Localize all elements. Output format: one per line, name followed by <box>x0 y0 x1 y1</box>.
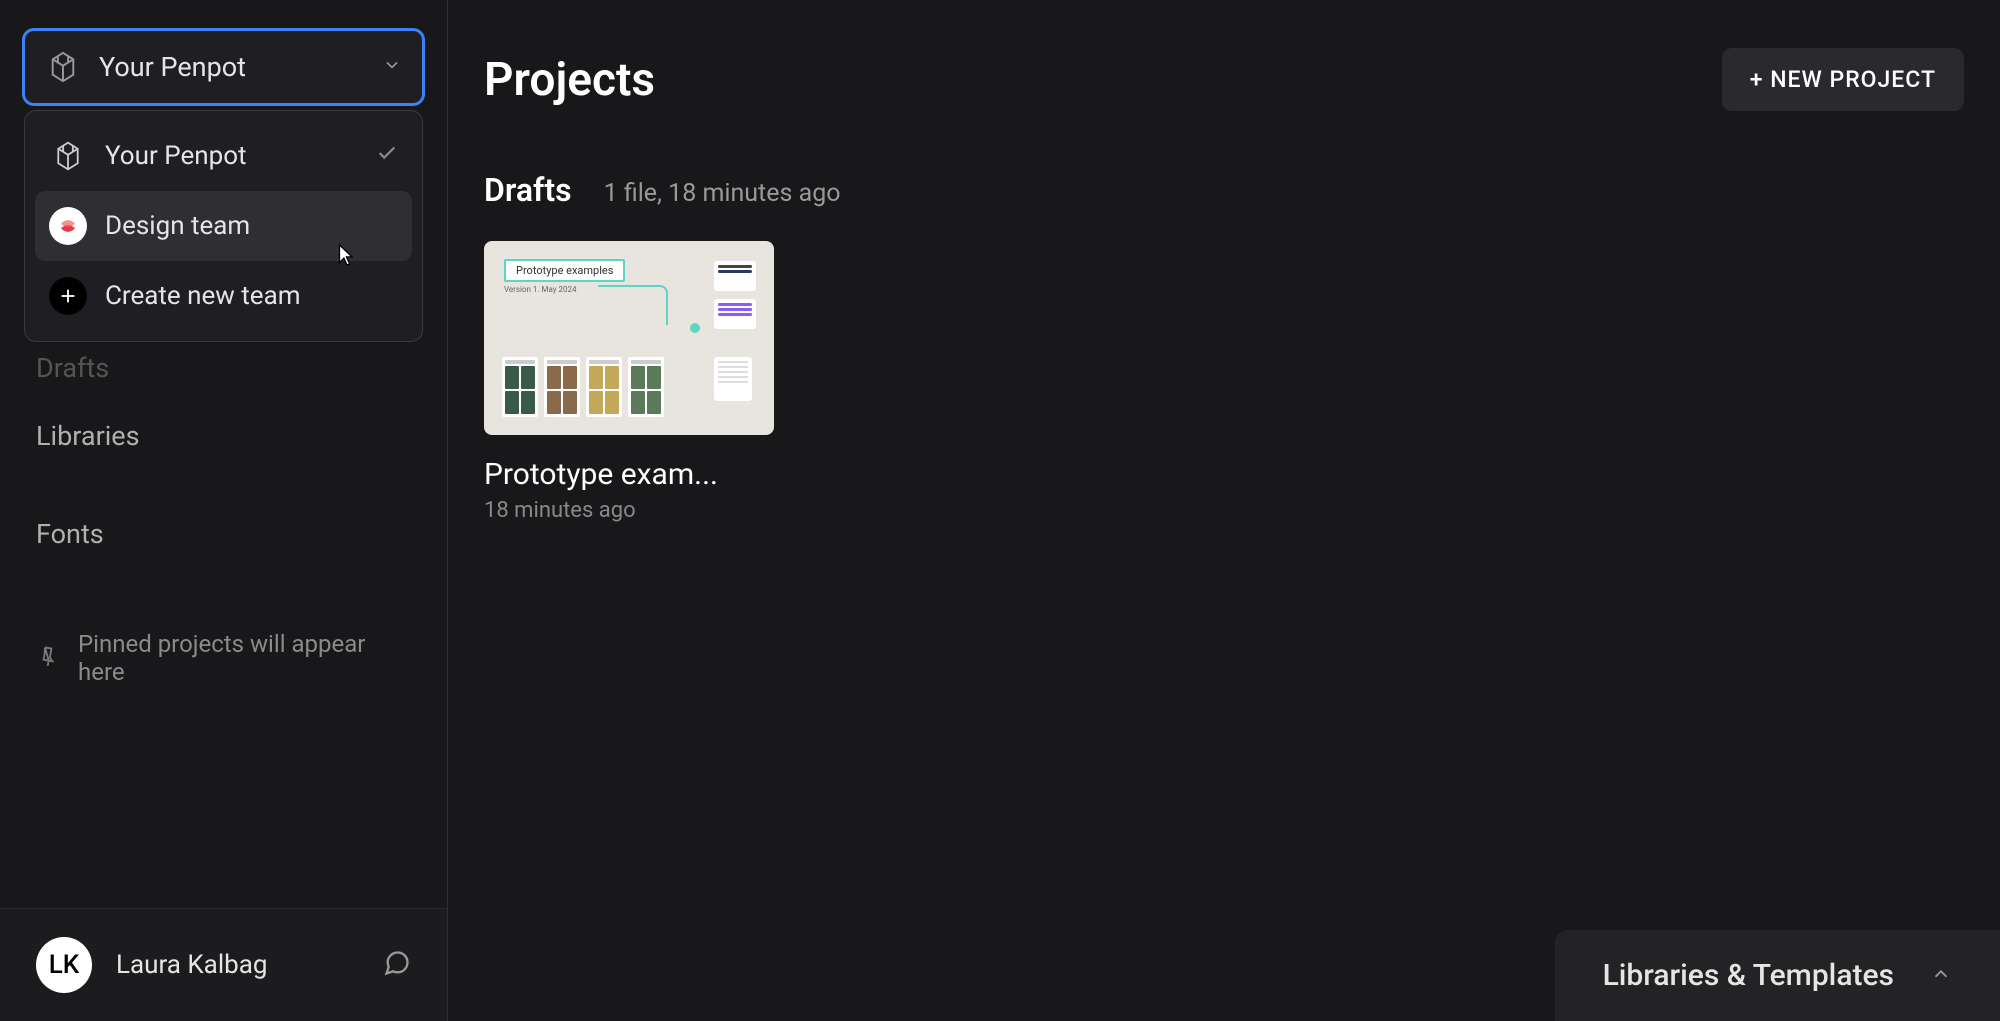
section-meta: 1 file, 18 minutes ago <box>604 179 841 208</box>
main-header: Projects + NEW PROJECT <box>484 48 1964 111</box>
penpot-logo-icon <box>45 49 81 85</box>
dropdown-item-your-penpot[interactable]: Your Penpot <box>35 121 412 191</box>
page-title: Projects <box>484 53 655 107</box>
nav-item-fonts[interactable]: Fonts <box>16 502 431 566</box>
chevron-up-icon <box>1930 963 1952 989</box>
team-avatar-icon <box>49 207 87 245</box>
nav-item-libraries[interactable]: Libraries <box>16 404 431 468</box>
team-dropdown-menu: Your Penpot Design team <box>24 110 423 342</box>
dropdown-item-label: Design team <box>105 211 398 241</box>
comment-icon[interactable] <box>383 949 411 981</box>
sidebar: Your Penpot Your Penpot <box>0 0 448 1021</box>
user-avatar[interactable]: LK <box>36 937 92 993</box>
libraries-templates-panel[interactable]: Libraries & Templates <box>1555 930 2000 1021</box>
penpot-logo-icon <box>49 137 87 175</box>
user-name[interactable]: Laura Kalbag <box>116 950 359 980</box>
team-selector-dropdown[interactable]: Your Penpot <box>22 28 425 106</box>
dropdown-item-label: Your Penpot <box>105 141 358 171</box>
section-title[interactable]: Drafts <box>484 171 572 209</box>
file-thumbnail: Prototype examples Version 1. May 2024 <box>484 241 774 435</box>
pinned-hint-text: Pinned projects will appear here <box>78 630 411 686</box>
pinned-projects-hint: Pinned projects will appear here <box>0 630 447 686</box>
team-selector-label: Your Penpot <box>99 51 364 83</box>
sidebar-footer: LK Laura Kalbag <box>0 908 447 1021</box>
file-card[interactable]: Prototype examples Version 1. May 2024 <box>484 241 774 523</box>
dropdown-item-create-team[interactable]: Create new team <box>35 261 412 331</box>
file-time: 18 minutes ago <box>484 498 774 523</box>
bottom-panel-label: Libraries & Templates <box>1603 958 1894 993</box>
check-icon <box>376 141 398 171</box>
dropdown-item-label: Create new team <box>105 281 398 311</box>
pin-icon <box>36 644 58 672</box>
file-name: Prototype exam... <box>484 457 774 492</box>
nav-item-drafts[interactable]: Drafts <box>16 336 431 400</box>
chevron-down-icon <box>382 55 402 79</box>
dropdown-item-design-team[interactable]: Design team <box>35 191 412 261</box>
main-content: Projects + NEW PROJECT Drafts 1 file, 18… <box>448 0 2000 1021</box>
thumb-title-label: Prototype examples <box>504 259 625 282</box>
sidebar-nav: Drafts Libraries Fonts <box>0 336 447 570</box>
thumb-version-label: Version 1. May 2024 <box>504 285 577 294</box>
plus-circle-icon <box>49 277 87 315</box>
new-project-button[interactable]: + NEW PROJECT <box>1722 48 1964 111</box>
section-header: Drafts 1 file, 18 minutes ago <box>484 171 1964 209</box>
